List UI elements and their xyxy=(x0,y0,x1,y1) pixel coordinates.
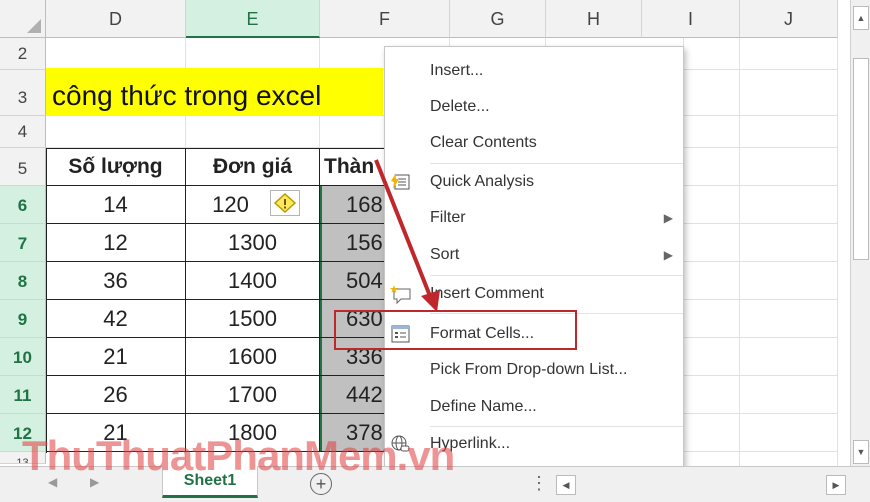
annotation-arrow-icon xyxy=(374,159,440,312)
vertical-scrollbar[interactable]: ▲ ▼ xyxy=(850,0,870,466)
scroll-up-arrow-icon[interactable]: ▲ xyxy=(853,6,869,30)
scroll-right-arrow-icon[interactable]: ▶ xyxy=(826,475,846,495)
horizontal-scrollbar[interactable]: ◀ ▶ xyxy=(556,475,846,495)
tab-split-handle-icon[interactable]: ⋮ xyxy=(530,473,548,494)
scroll-down-arrow-icon[interactable]: ▼ xyxy=(853,440,869,464)
watermark: ThuThuatPhanMem.vn xyxy=(22,432,455,479)
scroll-left-arrow-icon[interactable]: ◀ xyxy=(556,475,576,495)
scroll-thumb[interactable] xyxy=(853,58,869,260)
